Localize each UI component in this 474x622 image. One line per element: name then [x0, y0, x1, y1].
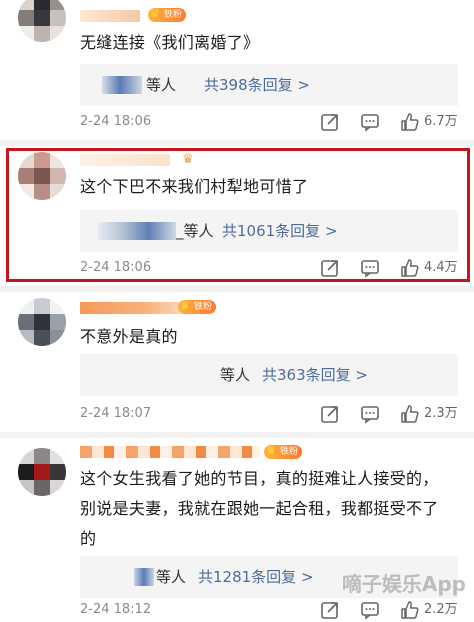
comment-item: ♛ 铁粉 不意外是真的 等人 共363条回复 > 2-24 18:07 2.3万	[0, 292, 474, 432]
comment-text: 无缝连接《我们离婚了》	[80, 33, 260, 52]
like-count: 2.2万	[424, 602, 458, 617]
comment-item: ♛ 铁粉 无缝连接《我们离婚了》 等人 共398条回复 > 2-24 18:06…	[0, 0, 474, 140]
comment-icon[interactable]	[360, 112, 380, 132]
fan-badge: ♛ 铁粉	[148, 7, 187, 22]
reply-user-redacted	[102, 76, 142, 94]
crown-icon: ♛	[150, 7, 160, 20]
avatar[interactable]	[18, 0, 66, 42]
avatar[interactable]	[18, 298, 66, 346]
timestamp: 2-24 18:06	[80, 114, 152, 129]
comment-icon[interactable]	[360, 404, 380, 424]
reply-count-link[interactable]: 共363条回复 >	[262, 354, 368, 396]
username-redacted[interactable]	[80, 446, 260, 458]
comment-text-line: 这个女生我看了她的节目，真的挺难让人接受的，	[80, 469, 439, 488]
avatar[interactable]	[18, 448, 66, 496]
reply-users-label: 等人	[220, 366, 251, 384]
timestamp: 2-24 18:07	[80, 406, 152, 421]
reply-count-link[interactable]: 共398条回复 >	[204, 64, 310, 106]
highlight-frame	[6, 148, 470, 282]
like-icon[interactable]	[400, 112, 420, 132]
like-count: 6.7万	[424, 114, 458, 129]
watermark: 嘀子娱乐App	[341, 572, 466, 596]
repost-icon[interactable]	[320, 600, 340, 620]
reply-summary[interactable]: 等人 共398条回复 >	[80, 64, 458, 106]
reply-users-label: 等人	[146, 76, 177, 94]
timestamp: 2-24 18:12	[80, 602, 152, 617]
username-redacted[interactable]	[80, 10, 140, 22]
reply-user-redacted	[134, 568, 154, 586]
reply-users-label: 等人	[156, 568, 187, 586]
reply-summary[interactable]: 等人 共363条回复 >	[80, 354, 458, 396]
comment-meta: 2-24 18:12 2.2万	[80, 598, 464, 622]
comment-meta: 2-24 18:06 6.7万	[80, 110, 464, 134]
fan-badge: ♛ 铁粉	[178, 299, 217, 314]
like-count: 2.3万	[424, 406, 458, 421]
comment-text-line: 的	[80, 529, 97, 548]
crown-icon: ♛	[180, 299, 190, 312]
comment-meta: 2-24 18:07 2.3万	[80, 402, 464, 426]
repost-icon[interactable]	[320, 112, 340, 132]
comment-text-line: 别说是夫妻，我就在跟她一起合租，我都挺受不了	[80, 499, 439, 518]
repost-icon[interactable]	[320, 404, 340, 424]
fan-badge: ♛ 铁粉	[264, 444, 303, 459]
comment-icon[interactable]	[360, 600, 380, 620]
comment-text: 这个女生我看了她的节目，真的挺难让人接受的， 别说是夫妻，我就在跟她一起合租，我…	[80, 464, 454, 554]
username-redacted[interactable]	[80, 302, 190, 314]
comment-text: 不意外是真的	[80, 327, 178, 346]
crown-icon: ♛	[266, 444, 276, 457]
like-icon[interactable]	[400, 404, 420, 424]
like-icon[interactable]	[400, 600, 420, 620]
reply-count-link[interactable]: 共1281条回复 >	[198, 556, 314, 598]
